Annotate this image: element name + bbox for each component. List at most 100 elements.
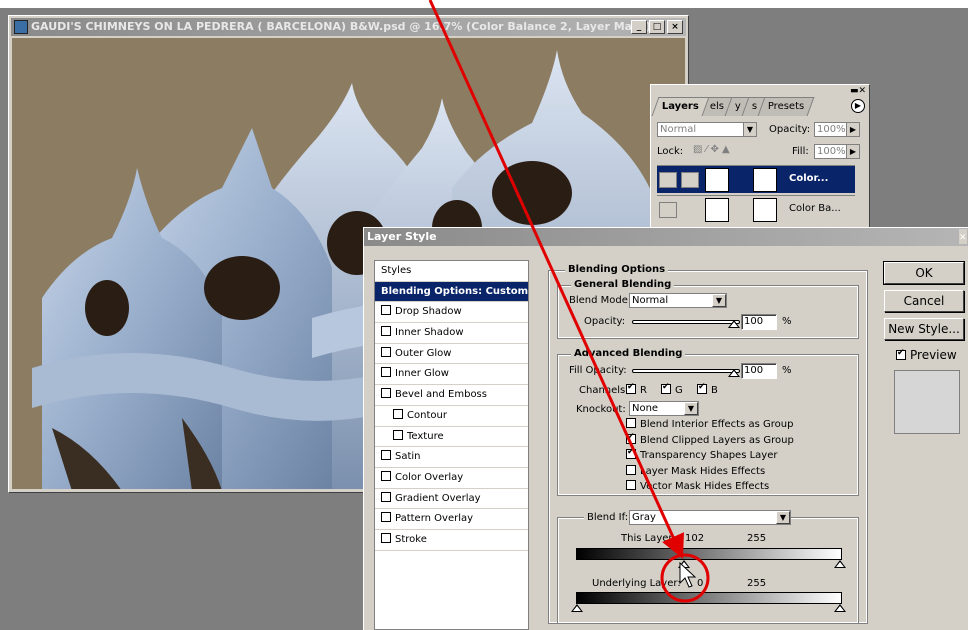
style-pattern-overlay[interactable]: Pattern Overlay (375, 509, 528, 530)
style-gradient-overlay[interactable]: Gradient Overlay (375, 489, 528, 510)
layers-palette: ▬✕ Layers els y s Presets ▶ Normal ▼ Opac… (650, 84, 870, 234)
layer-row[interactable]: Color Ba... (657, 195, 855, 223)
option-blend-interior[interactable]: Blend Interior Effects as Group (626, 418, 793, 430)
style-outer-glow[interactable]: Outer Glow (375, 344, 528, 365)
option-transparency-shapes[interactable]: Transparency Shapes Layer (626, 447, 777, 461)
option-checkbox[interactable] (626, 465, 636, 475)
adjustment-thumbnail (705, 198, 729, 222)
this-layer-label: This Layer: (621, 533, 676, 544)
dialog-close-icon[interactable]: ✕ (959, 229, 967, 244)
option-checkbox[interactable] (626, 480, 636, 490)
mask-thumbnail[interactable] (753, 168, 777, 192)
option-checkbox[interactable] (626, 447, 636, 459)
style-satin[interactable]: Satin (375, 447, 528, 468)
option-checkbox[interactable] (626, 432, 636, 444)
channels-label: Channels: (579, 385, 629, 396)
option-checkbox[interactable] (626, 418, 636, 428)
layer-name: Color Ba... (789, 203, 841, 214)
style-checkbox[interactable] (381, 532, 391, 543)
underlying-layer-label: Underlying Layer: (592, 578, 681, 589)
channel-r[interactable]: R (626, 382, 647, 396)
style-stroke[interactable]: Stroke (375, 530, 528, 551)
adjustment-thumbnail (705, 168, 729, 192)
style-inner-shadow[interactable]: Inner Shadow (375, 323, 528, 344)
style-checkbox[interactable] (381, 450, 391, 461)
photoshop-document-icon (14, 20, 28, 34)
blend-if-select[interactable]: Gray ▼ (629, 510, 791, 525)
channel-checkbox[interactable] (626, 382, 636, 394)
option-layer-mask-hides[interactable]: Layer Mask Hides Effects (626, 465, 765, 477)
option-vector-mask-hides[interactable]: Vector Mask Hides Effects (626, 480, 769, 492)
style-checkbox[interactable] (393, 408, 403, 419)
visibility-eye-icon[interactable] (659, 172, 677, 188)
channel-b[interactable]: B (697, 382, 718, 396)
style-checkbox[interactable] (381, 388, 391, 399)
underlying-black-slider[interactable] (571, 604, 583, 612)
style-inner-glow[interactable]: Inner Glow (375, 364, 528, 386)
fill-opacity-input[interactable]: 100 (741, 363, 777, 379)
layer-row[interactable]: Color... (657, 165, 855, 193)
blend-mode-select[interactable]: Normal ▼ (629, 293, 727, 308)
this-layer-white-slider[interactable] (834, 560, 846, 568)
style-checkbox[interactable] (393, 429, 403, 440)
palette-close-icon[interactable]: ▬✕ (850, 86, 866, 96)
preview-check-box[interactable] (896, 348, 906, 360)
channel-checkbox[interactable] (661, 382, 671, 394)
new-style-button[interactable]: New Style... (884, 318, 964, 340)
dialog-titlebar[interactable]: Layer Style ✕ (364, 228, 968, 246)
opacity-percent: % (782, 316, 792, 327)
style-texture[interactable]: Texture (375, 427, 528, 448)
fill-field[interactable]: 100% ▶ (814, 144, 860, 159)
style-checkbox[interactable] (381, 326, 391, 337)
document-titlebar[interactable]: GAUDI'S CHIMNEYS ON LA PEDRERA ( BARCELO… (11, 18, 686, 36)
ok-button[interactable]: OK (883, 261, 965, 285)
channel-g[interactable]: G (661, 382, 683, 396)
cancel-button[interactable]: Cancel (884, 290, 964, 312)
opacity-slider[interactable] (632, 320, 740, 324)
maximize-button[interactable]: □ (649, 20, 665, 34)
this-layer-black-slider[interactable] (678, 560, 690, 568)
opacity-input[interactable]: 100 (741, 314, 777, 330)
minimize-button[interactable]: _ (631, 20, 647, 34)
blend-if-label: Blend If: (584, 512, 632, 523)
styles-list: Styles Blending Options: Custom Drop Sha… (374, 260, 529, 630)
this-layer-high-value: 255 (747, 533, 767, 544)
knockout-select[interactable]: None ▼ (629, 401, 699, 416)
preview-checkbox[interactable]: Preview (896, 348, 957, 362)
styles-header[interactable]: Styles (375, 261, 528, 282)
style-checkbox[interactable] (381, 305, 391, 316)
style-color-overlay[interactable]: Color Overlay (375, 468, 528, 489)
opacity-field[interactable]: 100% ▶ (814, 122, 860, 137)
fill-opacity-percent: % (782, 365, 792, 376)
close-button[interactable]: × (667, 20, 683, 34)
visibility-eye-icon[interactable] (659, 202, 677, 218)
style-checkbox[interactable] (381, 512, 391, 523)
fill-opacity-slider[interactable] (632, 369, 740, 373)
blending-options-title: Blending Options (565, 264, 669, 275)
tab-layers[interactable]: Layers (651, 97, 710, 116)
style-checkbox[interactable] (381, 367, 391, 378)
lock-transparent-icon[interactable]: ▨ ⁄ ✥ ▲ (693, 144, 730, 155)
layer-blend-mode-select[interactable]: Normal ▼ (657, 122, 757, 137)
opacity-slider-thumb[interactable] (728, 320, 740, 328)
channel-checkbox[interactable] (697, 382, 707, 394)
style-checkbox[interactable] (381, 470, 391, 481)
underlying-white-slider[interactable] (834, 604, 846, 612)
this-layer-low-value: 102 (685, 533, 705, 544)
palette-menu-icon[interactable]: ▶ (851, 99, 865, 113)
style-contour[interactable]: Contour (375, 406, 528, 427)
mask-thumbnail[interactable] (753, 198, 777, 222)
style-bevel-emboss[interactable]: Bevel and Emboss (375, 385, 528, 406)
document-title: GAUDI'S CHIMNEYS ON LA PEDRERA ( BARCELO… (31, 20, 651, 33)
style-drop-shadow[interactable]: Drop Shadow (375, 302, 528, 324)
blending-options-item[interactable]: Blending Options: Custom (375, 281, 528, 303)
tab-presets[interactable]: Presets (757, 97, 816, 116)
option-blend-clipped[interactable]: Blend Clipped Layers as Group (626, 432, 794, 446)
this-layer-gradient-bar (576, 548, 842, 560)
blend-mode-label: Blend Mode: (569, 295, 632, 306)
fill-opacity-slider-thumb[interactable] (728, 369, 740, 377)
style-checkbox[interactable] (381, 346, 391, 357)
style-checkbox[interactable] (381, 491, 391, 502)
fill-label: Fill: (792, 146, 809, 157)
general-blending-title: General Blending (571, 279, 675, 290)
